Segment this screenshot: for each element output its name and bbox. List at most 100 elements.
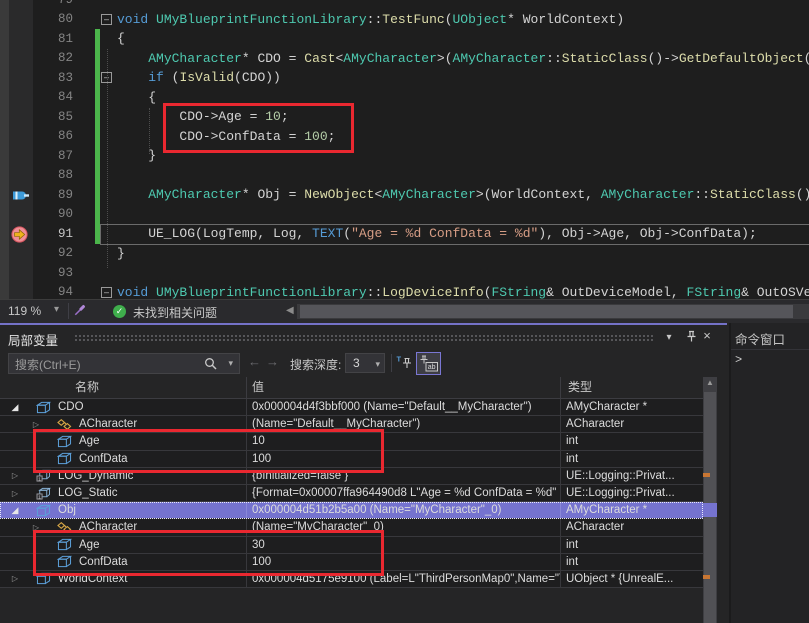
locals-row-acharacter[interactable]: ▷ACharacter(Name="Default__MyCharacter")… xyxy=(0,416,703,433)
divider xyxy=(731,349,809,350)
locals-row-log_static[interactable]: ▷1LOG_Static{Format=0x00007ffa964490d8 L… xyxy=(0,485,703,502)
search-forward-arrow-icon[interactable]: → xyxy=(266,354,279,369)
variable-value[interactable]: (Name="Default__MyCharacter") xyxy=(247,416,561,432)
code-line: 87 } xyxy=(0,146,809,166)
pin-icon[interactable] xyxy=(683,330,699,346)
code-fix-icon[interactable] xyxy=(72,303,87,323)
column-header-name[interactable]: 名称 xyxy=(0,377,247,398)
command-prompt[interactable]: > xyxy=(735,353,742,367)
code-line: 86 CDO->ConfData = 100; xyxy=(0,127,809,147)
name-cell: ▷ WorldContext xyxy=(0,571,247,587)
current-statement-arrow-icon[interactable] xyxy=(11,226,28,248)
locals-row-confdata[interactable]: ConfData100int xyxy=(0,554,703,571)
column-header-type[interactable]: 类型 xyxy=(561,377,703,398)
fold-margin[interactable]: – xyxy=(101,72,117,83)
locals-row-age[interactable]: Age30int xyxy=(0,537,703,554)
variable-value[interactable]: 10 xyxy=(247,433,561,449)
search-input[interactable] xyxy=(13,355,207,374)
breakpoint-margin[interactable] xyxy=(0,0,33,10)
zoom-level[interactable]: 119 % xyxy=(8,304,41,318)
locals-row-worldcontext[interactable]: ▷ WorldContext 0x000004d5175e9100 (Label=L… xyxy=(0,571,703,588)
variable-value[interactable]: {bInitialized=false } xyxy=(247,468,561,484)
breakpoint-margin[interactable] xyxy=(0,88,33,108)
code-text: CDO->Age = 10; xyxy=(117,109,809,124)
search-icon[interactable] xyxy=(204,357,217,375)
locals-row-acharacter[interactable]: ▷ACharacter(Name="MyCharacter"_0)ACharac… xyxy=(0,519,703,536)
search-options-caret-icon[interactable]: ▾ xyxy=(228,358,233,369)
variable-type: UE::Logging::Privat... xyxy=(561,468,703,484)
no-issues-check-icon[interactable]: ✓ xyxy=(113,305,126,318)
name-cell: ▷1LOG_Dynamic xyxy=(0,468,247,484)
locals-row-age[interactable]: Age10int xyxy=(0,433,703,450)
fold-collapse-icon[interactable]: – xyxy=(101,287,112,298)
object-icon xyxy=(57,555,74,568)
name-cell: ▷ACharacter xyxy=(0,416,247,432)
search-depth-dropdown[interactable]: 3 ▾ xyxy=(345,353,385,373)
tree-expander-icon[interactable]: ▷ xyxy=(8,471,22,480)
scrollbar-selection-mark xyxy=(703,503,717,517)
variable-value[interactable]: 100 xyxy=(247,451,561,467)
tree-expander-icon[interactable]: ▷ xyxy=(29,420,43,429)
locals-vscrollbar[interactable]: ▲ xyxy=(703,377,717,623)
locals-titlebar[interactable]: 局部变量 ▾ × xyxy=(0,325,727,351)
variable-value[interactable]: {Format=0x00007ffa964490d8 L"Age = %d Co… xyxy=(247,485,561,501)
breakpoint-margin[interactable] xyxy=(0,283,33,300)
close-icon[interactable]: × xyxy=(699,328,715,343)
hscroll-thumb[interactable] xyxy=(300,305,793,318)
locals-row-confdata[interactable]: ConfData100int xyxy=(0,451,703,468)
breakpoint-margin[interactable] xyxy=(0,49,33,69)
tree-expander-icon[interactable]: ▷ xyxy=(8,574,22,583)
show-text-visualizer-button[interactable]: ab xyxy=(416,352,441,375)
fold-margin[interactable]: – xyxy=(101,14,117,25)
code-line: 83– if (IsValid(CDO)) xyxy=(0,68,809,88)
breakpoint-margin[interactable] xyxy=(0,146,33,166)
variable-value[interactable]: 0x000004d4f3bbf000 (Name="Default__MyCha… xyxy=(247,399,561,415)
hscroll-track[interactable] xyxy=(297,304,809,319)
command-window[interactable]: 命令窗口 > xyxy=(729,323,809,623)
locals-row-log_dynamic[interactable]: ▷1LOG_Dynamic{bInitialized=false }UE::Lo… xyxy=(0,468,703,485)
breakpoint-margin[interactable] xyxy=(0,10,33,30)
code-editor[interactable]: 7980–void UMyBlueprintFunctionLibrary::T… xyxy=(0,0,809,299)
object-icon xyxy=(57,452,74,465)
svg-text:ab: ab xyxy=(428,364,436,371)
tree-expander-icon[interactable]: ◢ xyxy=(8,402,22,413)
scroll-up-arrow-icon[interactable]: ▲ xyxy=(703,378,717,387)
hscroll-left-arrow[interactable]: ◀ xyxy=(286,305,294,316)
pin-to-source-icon[interactable]: T xyxy=(396,355,414,373)
breakpoint-margin[interactable] xyxy=(0,107,33,127)
locals-row-obj[interactable]: ◢Obj0x000004d51b2b5a00 (Name="MyCharacte… xyxy=(0,502,703,519)
window-position-caret-icon[interactable]: ▾ xyxy=(661,332,677,343)
variable-type: AMyCharacter * xyxy=(561,502,703,518)
breakpoint-margin[interactable] xyxy=(0,166,33,186)
code-text: CDO->ConfData = 100; xyxy=(117,129,809,144)
breakpoint-margin[interactable] xyxy=(0,68,33,88)
tree-expander-icon[interactable]: ▷ xyxy=(8,489,22,498)
breakpoint-margin[interactable] xyxy=(0,205,33,225)
search-box[interactable]: ▾ xyxy=(8,353,240,374)
variable-name: Age xyxy=(79,539,99,551)
search-back-arrow-icon[interactable]: ← xyxy=(248,354,261,369)
column-header-value[interactable]: 值 xyxy=(247,377,561,398)
bookmark-icon[interactable] xyxy=(11,189,30,207)
name-cell: ConfData xyxy=(0,554,247,570)
variable-value[interactable]: 100 xyxy=(247,554,561,570)
variable-value[interactable]: (Name="MyCharacter"_0) xyxy=(247,519,561,535)
name-cell: Age xyxy=(0,537,247,553)
variable-value[interactable]: 0x000004d5175e9100 (Label=L"ThirdPersonM… xyxy=(247,571,561,587)
zoom-caret-icon[interactable]: ▾ xyxy=(54,304,59,315)
breakpoint-margin[interactable] xyxy=(0,29,33,49)
line-number: 80 xyxy=(33,12,79,26)
tree-expander-icon[interactable]: ◢ xyxy=(8,505,22,516)
fold-margin[interactable]: – xyxy=(101,287,117,298)
breakpoint-margin[interactable] xyxy=(0,263,33,283)
tree-expander-icon[interactable]: ▷ xyxy=(29,523,43,532)
variable-value[interactable]: 30 xyxy=(247,537,561,553)
struct-icon: 1 xyxy=(36,469,53,482)
breakpoint-margin[interactable] xyxy=(0,127,33,147)
variable-name: WorldContext xyxy=(58,573,127,585)
variable-value[interactable]: 0x000004d51b2b5a00 (Name="MyCharacter"_0… xyxy=(247,502,561,518)
fold-collapse-icon[interactable]: – xyxy=(101,14,112,25)
locals-row-cdo[interactable]: ◢CDO0x000004d4f3bbf000 (Name="Default__M… xyxy=(0,399,703,416)
code-text: void UMyBlueprintFunctionLibrary::TestFu… xyxy=(117,12,809,27)
line-number: 81 xyxy=(33,32,79,46)
